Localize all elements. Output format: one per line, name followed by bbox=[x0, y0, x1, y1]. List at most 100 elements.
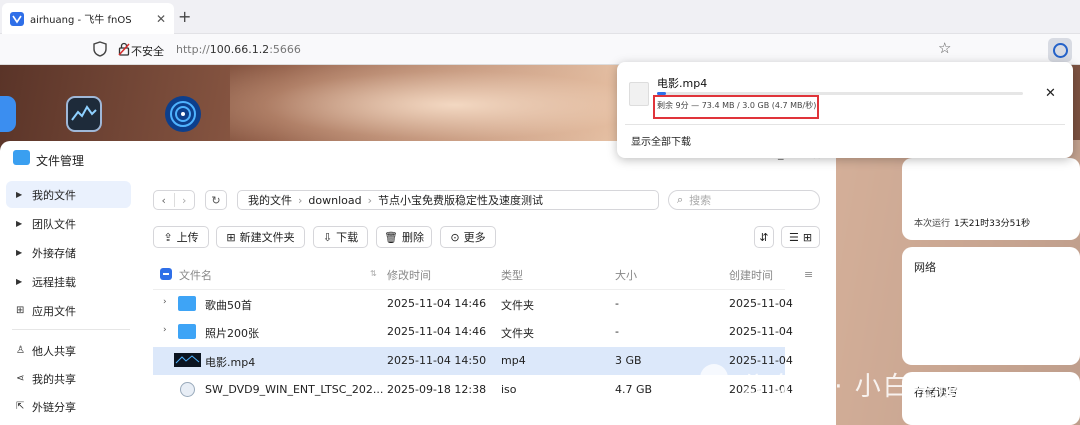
tab-title: airhuang - 飞牛 fnOS bbox=[30, 15, 132, 26]
window-title: 文件管理 bbox=[36, 154, 85, 168]
table-row[interactable]: › 照片200张 2025-11-04 14:46 文件夹 - 2025-11-… bbox=[153, 318, 793, 346]
browser-tab[interactable]: airhuang - 飞牛 fnOS ✕ bbox=[2, 3, 174, 34]
folder-icon bbox=[178, 296, 196, 311]
back-icon[interactable]: ‹ bbox=[154, 194, 174, 207]
select-all-checkbox[interactable] bbox=[160, 268, 172, 280]
sidebar-divider bbox=[12, 329, 130, 330]
breadcrumb-item[interactable]: 节点小宝免费版稳定性及速度测试 bbox=[378, 192, 543, 208]
sidebar-item-my-files[interactable]: ▶ 我的文件 bbox=[6, 181, 131, 208]
breadcrumb-item[interactable]: 我的文件 bbox=[248, 192, 292, 208]
bookmark-star-icon[interactable]: ☆ bbox=[938, 39, 951, 57]
breadcrumb-separator-icon: › bbox=[367, 193, 373, 207]
more-icon: ⊙ bbox=[450, 230, 460, 244]
downloads-button[interactable] bbox=[1048, 38, 1072, 62]
file-modified: 2025-11-04 14:46 bbox=[387, 297, 487, 310]
sidebar-item-my-shares[interactable]: ⋖ 我的共享 bbox=[6, 365, 131, 392]
shield-icon[interactable] bbox=[93, 41, 107, 60]
download-icon: ⇩ bbox=[322, 230, 333, 244]
list-view-icon[interactable]: ☰ bbox=[789, 231, 799, 244]
file-created: 2025-11-04 bbox=[729, 325, 793, 338]
forward-icon[interactable]: › bbox=[174, 194, 194, 207]
network-label: 网络 bbox=[914, 261, 936, 274]
sidebar-item-link-shares[interactable]: ⇱ 外链分享 bbox=[6, 393, 131, 420]
disc-image-icon bbox=[180, 382, 195, 397]
column-created[interactable]: 创建时间 bbox=[729, 261, 773, 289]
file-size: - bbox=[615, 325, 619, 338]
insecure-lock-icon[interactable] bbox=[118, 42, 130, 59]
sidebar-item-team-files[interactable]: ▶ 团队文件 bbox=[6, 210, 131, 237]
grid-view-icon[interactable]: ⊞ bbox=[803, 231, 812, 244]
sidebar-item-external-storage[interactable]: ▶ 外接存储 bbox=[6, 239, 131, 266]
refresh-icon: ↻ bbox=[211, 193, 221, 207]
sidebar-item-label: 我的共享 bbox=[32, 372, 76, 386]
sidebar-item-remote-mount[interactable]: ▶ 远程挂载 bbox=[6, 268, 131, 295]
show-all-downloads-link[interactable]: 显示全部下载 bbox=[631, 133, 691, 148]
download-button[interactable]: ⇩ 下载 bbox=[313, 226, 368, 248]
column-modified[interactable]: 修改时间 bbox=[387, 261, 431, 289]
expand-chevron-icon[interactable]: › bbox=[163, 297, 167, 307]
sidebar-item-label: 远程挂载 bbox=[32, 275, 76, 289]
sidebar-item-label: 应用文件 bbox=[32, 304, 76, 318]
caret-right-icon: ▶ bbox=[16, 190, 23, 199]
insecure-label[interactable]: 不安全 bbox=[131, 43, 164, 59]
new-folder-icon: ⊞ bbox=[226, 230, 236, 244]
sidebar-item-app-files[interactable]: ⊞ 应用文件 bbox=[6, 297, 131, 324]
refresh-button[interactable]: ↻ bbox=[205, 190, 227, 210]
upload-label: 上传 bbox=[176, 231, 199, 244]
table-row[interactable]: › 歌曲50首 2025-11-04 14:46 文件夹 - 2025-11-0… bbox=[153, 290, 793, 318]
sidebar-item-shared-with-me[interactable]: ♙ 他人共享 bbox=[6, 337, 131, 364]
expand-chevron-icon[interactable]: › bbox=[163, 325, 167, 335]
monitor-app-icon[interactable] bbox=[66, 96, 102, 132]
url-port: :5666 bbox=[269, 43, 301, 56]
apps-icon: ⊞ bbox=[16, 305, 25, 316]
tab-close-icon[interactable]: ✕ bbox=[156, 12, 166, 26]
user-icon: ♙ bbox=[16, 345, 25, 356]
new-folder-button[interactable]: ⊞ 新建文件夹 bbox=[216, 226, 305, 248]
column-created-label: 创建时间 bbox=[729, 269, 773, 282]
column-type[interactable]: 类型 bbox=[501, 261, 523, 289]
uptime-label: 本次运行 bbox=[914, 219, 951, 229]
url-prefix: http:// bbox=[176, 43, 210, 56]
view-toggle[interactable]: ☰ ⊞ bbox=[781, 226, 820, 248]
column-size[interactable]: 大小 bbox=[615, 261, 637, 289]
file-type: mp4 bbox=[501, 354, 526, 367]
url-field[interactable]: http://100.66.1.2:5666 bbox=[176, 43, 301, 56]
table-row[interactable]: 电影.mp4 2025-11-04 14:50 mp4 3 GB 2025-11… bbox=[153, 347, 793, 375]
new-tab-button[interactable]: + bbox=[178, 7, 191, 26]
search-icon: ⌕ bbox=[677, 193, 684, 206]
sort-arrows-icon[interactable]: ⇅ bbox=[370, 269, 377, 278]
download-close-icon[interactable]: ✕ bbox=[1045, 86, 1056, 101]
breadcrumb-separator-icon: › bbox=[298, 193, 303, 207]
upload-button[interactable]: ⇪ 上传 bbox=[153, 226, 209, 248]
download-filename[interactable]: 电影.mp4 bbox=[657, 75, 707, 91]
file-icon bbox=[629, 82, 649, 106]
more-button[interactable]: ⊙ 更多 bbox=[440, 226, 496, 248]
caret-right-icon: ▶ bbox=[16, 248, 23, 257]
desktop-app-icon[interactable] bbox=[0, 96, 16, 132]
file-created: 2025-11-04 bbox=[729, 297, 793, 310]
column-size-label: 大小 bbox=[615, 269, 637, 282]
file-name: 歌曲50首 bbox=[205, 299, 252, 312]
column-settings-icon[interactable]: ≡ bbox=[804, 268, 813, 281]
column-name-label: 文件名 bbox=[179, 269, 212, 282]
file-name: SW_DVD9_WIN_ENT_LTSC_202... bbox=[205, 383, 384, 396]
media-app-icon[interactable] bbox=[165, 96, 201, 132]
sort-button[interactable]: ⇵ bbox=[754, 226, 774, 248]
column-modified-label: 修改时间 bbox=[387, 269, 431, 282]
wechat-logo-icon bbox=[700, 364, 728, 392]
search-placeholder: 搜索 bbox=[689, 194, 712, 207]
file-type: iso bbox=[501, 383, 517, 396]
download-status: 剩余 9分 — 73.4 MB / 3.0 GB (4.7 MB/秒) bbox=[657, 101, 817, 110]
wallpaper-halo bbox=[230, 65, 680, 145]
file-modified: 2025-11-04 14:50 bbox=[387, 354, 487, 367]
file-size: - bbox=[615, 297, 619, 310]
search-input[interactable]: ⌕ 搜索 bbox=[668, 190, 820, 210]
new-folder-label: 新建文件夹 bbox=[239, 231, 295, 244]
file-size: 4.7 GB bbox=[615, 383, 653, 396]
table-row[interactable]: SW_DVD9_WIN_ENT_LTSC_202... 2025-09-18 1… bbox=[153, 376, 793, 404]
breadcrumb: 我的文件 › download › 节点小宝免费版稳定性及速度测试 bbox=[237, 190, 659, 210]
delete-button[interactable]: 🗑 删除 bbox=[376, 226, 432, 248]
breadcrumb-item[interactable]: download bbox=[308, 194, 361, 207]
column-name[interactable]: 文件名 bbox=[179, 261, 212, 289]
trash-icon: 🗑 bbox=[384, 230, 398, 244]
